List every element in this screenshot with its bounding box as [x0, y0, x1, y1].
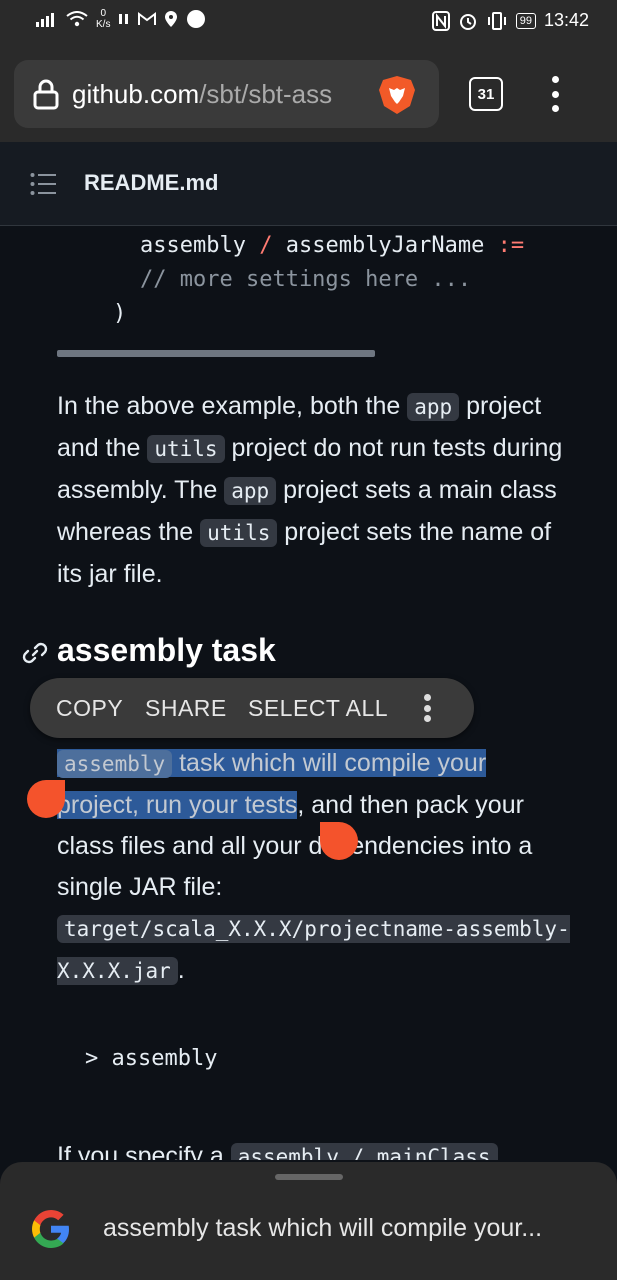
- google-search-suggestion-bar[interactable]: assembly task which will compile your...: [0, 1162, 617, 1280]
- code-line-1: assembly / assemblyJarName :=: [140, 233, 525, 258]
- selection-end-handle[interactable]: [320, 822, 358, 860]
- wifi-icon: [66, 11, 88, 27]
- pause-icon: [119, 14, 129, 24]
- lock-icon[interactable]: [32, 78, 60, 110]
- inline-code: utils: [200, 519, 278, 547]
- url-host: github.com: [72, 78, 200, 109]
- dot-icon: [187, 10, 206, 28]
- google-icon: [32, 1210, 69, 1248]
- paragraph-3: If you specify a assembly / mainClass: [57, 1136, 572, 1160]
- gmail-icon: [138, 12, 157, 25]
- brave-shield-icon[interactable]: [377, 74, 417, 116]
- nfc-icon: [431, 10, 450, 31]
- command-code-block: > assembly: [85, 1046, 218, 1071]
- inline-code: app: [224, 477, 277, 505]
- address-bar[interactable]: github.com/sbt/sbt-ass: [14, 60, 439, 128]
- inline-code: target/scala_X.X.X/projectname-assembly-…: [57, 915, 570, 985]
- net-speed-value: 0: [100, 8, 106, 19]
- net-speed-unit: K/s: [96, 19, 111, 30]
- paragraph-2: assembly task which will compile your pr…: [57, 749, 570, 985]
- status-left: 0 K/s: [36, 8, 206, 30]
- paragraph-3-clip: If you specify a assembly / mainClass: [0, 1126, 617, 1160]
- tab-switcher-button[interactable]: 31: [469, 77, 503, 111]
- copy-button[interactable]: COPY: [56, 695, 123, 722]
- code-scrollbar[interactable]: [57, 350, 375, 357]
- google-query-text[interactable]: assembly task which will compile your...: [103, 1214, 593, 1243]
- text-selection-toolbar: COPY SHARE SELECT ALL: [30, 678, 474, 738]
- inline-code: app: [407, 393, 460, 421]
- anchor-link-icon[interactable]: [22, 640, 48, 666]
- signal-icon: [36, 13, 54, 27]
- share-button[interactable]: SHARE: [145, 695, 227, 722]
- more-options-icon[interactable]: [424, 694, 432, 722]
- inline-code: assembly / mainClass: [230, 1143, 498, 1160]
- url-path: /sbt/sbt-ass: [199, 78, 333, 109]
- code-line-2: // more settings here ...: [140, 267, 472, 292]
- net-speed: 0 K/s: [96, 8, 110, 30]
- selection-start-handle[interactable]: [27, 780, 65, 818]
- clock: 13:42: [543, 10, 589, 30]
- vibrate-icon: [487, 11, 506, 30]
- location-icon: [165, 11, 178, 27]
- status-right: 99 13:42: [431, 10, 589, 31]
- inline-code: assembly: [57, 750, 173, 778]
- alarm-icon: [459, 13, 476, 30]
- url-text[interactable]: github.com/sbt/sbt-ass: [72, 79, 357, 110]
- browser-menu-button[interactable]: [545, 76, 565, 112]
- select-all-button[interactable]: SELECT ALL: [248, 695, 388, 722]
- section-heading: assembly task: [57, 632, 276, 668]
- code-line-3: ): [113, 301, 127, 326]
- readme-header: README.md: [0, 142, 617, 226]
- inline-code: utils: [147, 435, 225, 463]
- status-bar: 0 K/s 99 13:42: [0, 0, 617, 46]
- table-of-contents-icon[interactable]: [30, 172, 56, 196]
- readme-title: README.md: [84, 170, 219, 195]
- battery-level: 99: [515, 12, 536, 29]
- browser-toolbar: github.com/sbt/sbt-ass 31: [0, 46, 617, 142]
- drag-handle[interactable]: [275, 1174, 343, 1180]
- paragraph-1: In the above example, both the app proje…: [57, 392, 563, 588]
